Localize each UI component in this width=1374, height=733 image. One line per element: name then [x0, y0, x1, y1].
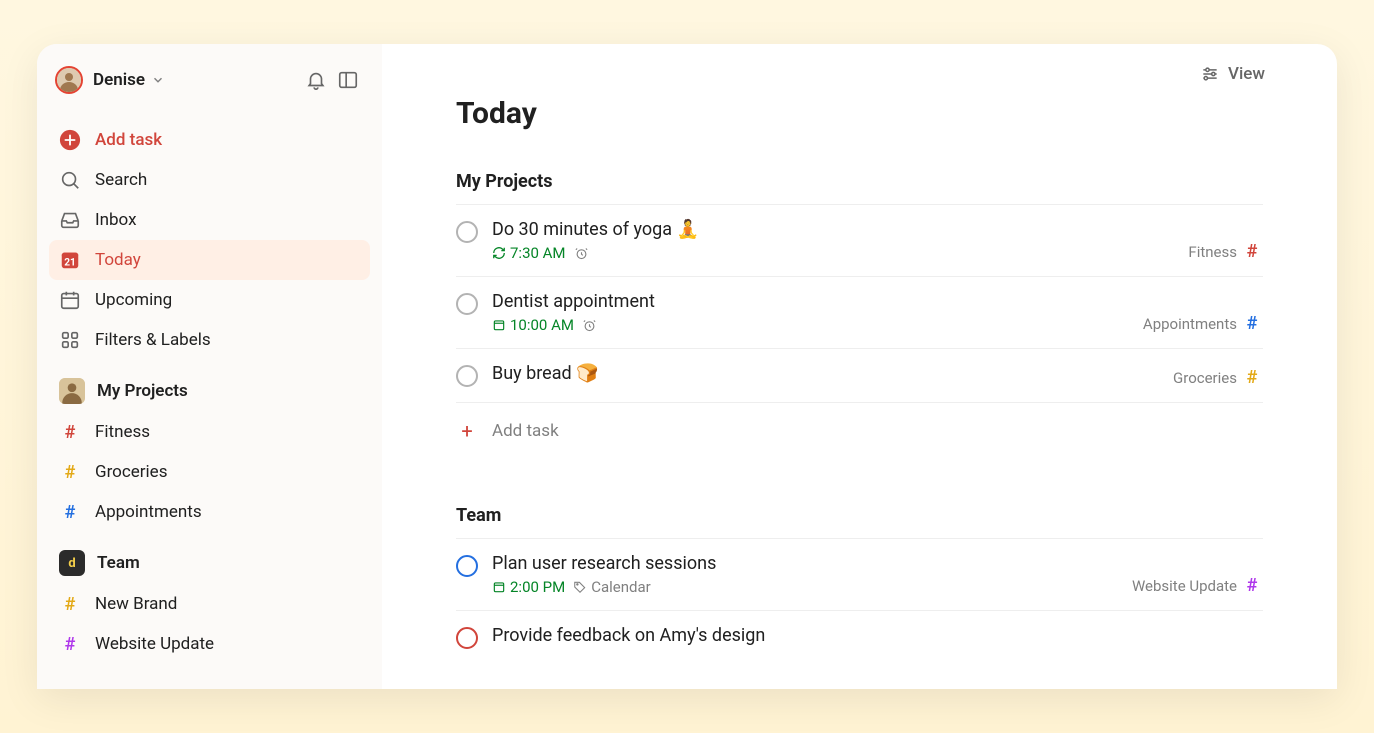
task-checkbox[interactable]: [456, 221, 478, 243]
page-title: Today: [456, 96, 1263, 131]
task-time: 10:00 AM: [492, 316, 574, 334]
task-title: Do 30 minutes of yoga 🧘: [492, 219, 1174, 240]
chevron-down-icon: [151, 73, 165, 87]
section-header: My Projects: [456, 171, 1263, 204]
sidebar-toggle-button[interactable]: [332, 64, 364, 96]
task-row[interactable]: Buy bread 🍞 Groceries #: [456, 349, 1263, 403]
project-new-brand[interactable]: # New Brand: [49, 584, 370, 624]
add-task-inline[interactable]: + Add task: [456, 403, 1263, 459]
nav-search-label: Search: [95, 170, 147, 190]
nav-list: Add task Search Inbox 21 Today: [49, 120, 370, 360]
task-list: Plan user research sessions 2:00 PM Cale…: [456, 538, 1263, 664]
user-menu[interactable]: Denise: [93, 70, 165, 90]
plus-icon: +: [456, 419, 478, 443]
hash-icon: #: [1241, 575, 1263, 596]
nav-filters[interactable]: Filters & Labels: [49, 320, 370, 360]
task-project-link[interactable]: Appointments #: [1143, 313, 1263, 334]
date-icon: [492, 580, 506, 594]
notifications-button[interactable]: [300, 64, 332, 96]
nav-search[interactable]: Search: [49, 160, 370, 200]
project-label: Appointments: [95, 502, 202, 522]
workspace-personal-list: # Fitness # Groceries # Appointments: [49, 412, 370, 532]
task-title: Dentist appointment: [492, 291, 1129, 312]
task-project-link[interactable]: Fitness #: [1188, 241, 1263, 262]
hash-icon: #: [59, 634, 81, 655]
task-row[interactable]: Plan user research sessions 2:00 PM Cale…: [456, 539, 1263, 611]
section-header: Team: [456, 505, 1263, 538]
nav-inbox[interactable]: Inbox: [49, 200, 370, 240]
today-icon: 21: [59, 249, 81, 271]
workspace-team-title: Team: [97, 553, 140, 573]
nav-inbox-label: Inbox: [95, 210, 137, 230]
svg-text:21: 21: [64, 258, 76, 269]
task-time: 7:30 AM: [492, 244, 566, 262]
hash-icon: #: [59, 502, 81, 523]
hash-icon: #: [1241, 367, 1263, 388]
nav-today-label: Today: [95, 250, 141, 270]
sliders-icon: [1200, 64, 1220, 84]
view-label: View: [1228, 64, 1265, 84]
plus-circle-icon: [59, 128, 81, 152]
reminder-icon: [582, 318, 597, 333]
add-task-label: Add task: [95, 130, 162, 150]
task-checkbox[interactable]: [456, 627, 478, 649]
workspace-personal-avatar: [59, 378, 85, 404]
task-label: Calendar: [573, 578, 651, 596]
task-row[interactable]: Do 30 minutes of yoga 🧘 7:30 AM Fitness …: [456, 205, 1263, 277]
task-row[interactable]: Provide feedback on Amy's design: [456, 611, 1263, 664]
task-row[interactable]: Dentist appointment 10:00 AM Appointment…: [456, 277, 1263, 349]
project-appointments[interactable]: # Appointments: [49, 492, 370, 532]
task-time: 2:00 PM: [492, 578, 565, 596]
add-task-button[interactable]: Add task: [49, 120, 370, 160]
workspace-team-list: # New Brand # Website Update: [49, 584, 370, 664]
sidebar-header: Denise: [49, 64, 370, 106]
task-project-link[interactable]: Website Update #: [1132, 575, 1263, 596]
task-checkbox[interactable]: [456, 555, 478, 577]
add-task-label: Add task: [492, 421, 559, 441]
project-fitness[interactable]: # Fitness: [49, 412, 370, 452]
workspace-personal-header[interactable]: My Projects: [49, 360, 370, 412]
nav-filters-label: Filters & Labels: [95, 330, 211, 350]
workspace-team-header[interactable]: d Team: [49, 532, 370, 584]
task-list: Do 30 minutes of yoga 🧘 7:30 AM Fitness …: [456, 204, 1263, 403]
task-title: Provide feedback on Amy's design: [492, 625, 1263, 646]
user-name-label: Denise: [93, 70, 145, 90]
reminder-icon: [574, 246, 589, 261]
task-checkbox[interactable]: [456, 293, 478, 315]
project-label: Groceries: [95, 462, 167, 482]
hash-icon: #: [59, 422, 81, 443]
grid-icon: [59, 329, 81, 351]
date-icon: [492, 318, 506, 332]
calendar-icon: [59, 289, 81, 311]
nav-upcoming-label: Upcoming: [95, 290, 172, 310]
task-title: Buy bread 🍞: [492, 363, 1159, 384]
project-website-update[interactable]: # Website Update: [49, 624, 370, 664]
nav-upcoming[interactable]: Upcoming: [49, 280, 370, 320]
hash-icon: #: [1241, 241, 1263, 262]
project-label: New Brand: [95, 594, 177, 614]
main-content: View Today My Projects Do 30 minutes of …: [382, 44, 1337, 689]
view-button[interactable]: View: [1200, 64, 1265, 84]
app-window: Denise Add task: [37, 44, 1337, 689]
inbox-icon: [59, 209, 81, 231]
project-label: Website Update: [95, 634, 214, 654]
hash-icon: #: [1241, 313, 1263, 334]
project-label: Fitness: [95, 422, 150, 442]
task-project-link[interactable]: Groceries #: [1173, 367, 1263, 388]
sidebar: Denise Add task: [37, 44, 382, 689]
nav-today[interactable]: 21 Today: [49, 240, 370, 280]
workspace-personal-title: My Projects: [97, 381, 188, 401]
task-title: Plan user research sessions: [492, 553, 1118, 574]
project-groceries[interactable]: # Groceries: [49, 452, 370, 492]
search-icon: [59, 169, 81, 191]
task-checkbox[interactable]: [456, 365, 478, 387]
recurring-icon: [492, 246, 506, 260]
tag-icon: [573, 580, 587, 594]
avatar[interactable]: [55, 66, 83, 94]
workspace-team-avatar: d: [59, 550, 85, 576]
hash-icon: #: [59, 594, 81, 615]
hash-icon: #: [59, 462, 81, 483]
